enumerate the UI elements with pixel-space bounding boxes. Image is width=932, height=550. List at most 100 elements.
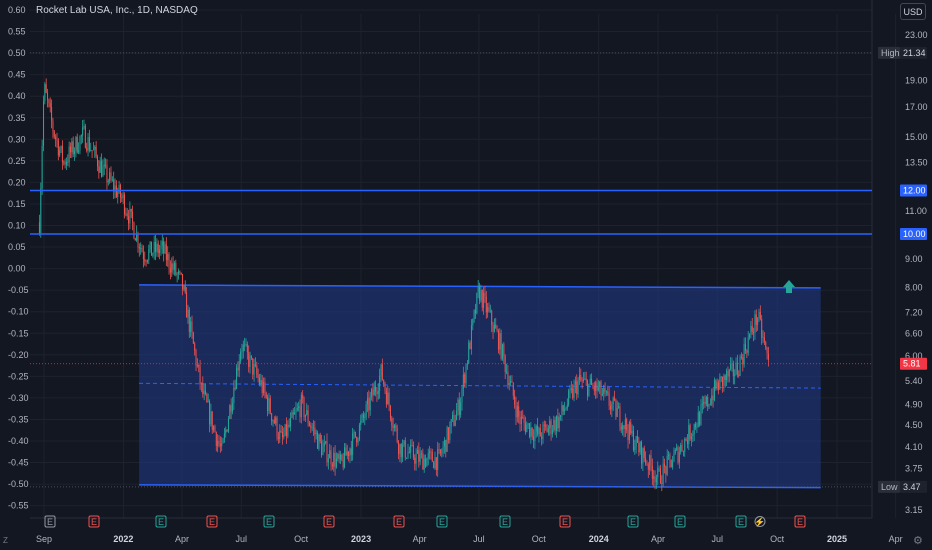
candle-body [303, 398, 305, 418]
candle-body [765, 342, 767, 348]
timezone-z-icon[interactable]: Z [3, 536, 8, 545]
candle-body [360, 420, 362, 425]
candle-body [493, 324, 495, 332]
candle-body [199, 366, 201, 385]
candle-body [578, 375, 580, 380]
candle-body [437, 449, 439, 470]
candle-body [429, 451, 431, 454]
candle-body [348, 451, 350, 457]
candle-body [231, 403, 233, 412]
candle-body [67, 161, 69, 163]
candle-body [113, 179, 115, 191]
candle-body [452, 415, 454, 420]
candle-body [273, 420, 275, 424]
candle-body [761, 318, 763, 338]
candle-body [408, 451, 410, 453]
candle-body [389, 405, 391, 419]
candle-body [445, 439, 447, 452]
settings-gear-icon[interactable]: ⚙ [913, 534, 923, 547]
left-axis-tick: 0.10 [8, 221, 26, 231]
candle-body [569, 389, 571, 391]
candle-body [438, 449, 440, 450]
candle-body [371, 389, 373, 397]
candle-body [485, 296, 487, 313]
left-axis-tick: 0.05 [8, 242, 26, 252]
candle-body [669, 454, 671, 460]
candle-body [501, 344, 503, 359]
candle-body [304, 414, 306, 418]
candle-body [249, 355, 251, 367]
candle-body [194, 343, 196, 351]
candle-body [268, 398, 270, 411]
candle-body [211, 411, 213, 430]
candle-body [626, 419, 628, 431]
candle-body [345, 447, 347, 456]
candle-body [240, 352, 242, 362]
candle-body [115, 185, 117, 197]
candle-body [615, 399, 617, 417]
left-axis-tick: 0.30 [8, 134, 26, 144]
candle-body [650, 455, 652, 467]
candle-body [341, 454, 343, 460]
candle-body [264, 382, 266, 394]
candle-body [582, 379, 584, 381]
currency-button[interactable]: USD [900, 3, 926, 20]
candle-body [156, 243, 158, 252]
candle-body [362, 414, 364, 418]
earnings-marker-letter: E [158, 517, 164, 527]
candle-body [168, 254, 170, 268]
time-axis-label: Jul [711, 534, 723, 544]
candle-body [373, 386, 375, 396]
candle-body [318, 434, 320, 449]
candle-body [537, 426, 539, 435]
right-axis-tick: 23.00 [905, 30, 928, 40]
candle-body [457, 399, 459, 411]
right-axis-tick: 3.75 [905, 463, 923, 473]
candle-body [296, 407, 298, 410]
candle-body [481, 290, 483, 308]
candle-body [186, 292, 188, 318]
candle-body [369, 396, 371, 411]
candle-body [187, 309, 189, 318]
candle-body [284, 424, 286, 436]
candle-body [684, 438, 686, 452]
candle-body [651, 466, 653, 479]
candle-body [758, 311, 760, 319]
candle-body [461, 388, 463, 403]
candle-body [172, 263, 174, 270]
candle-body [387, 392, 389, 405]
line-upper-value: 12.00 [903, 185, 926, 195]
candle-body [230, 405, 232, 412]
candle-body [547, 428, 549, 433]
candle-body [375, 386, 377, 392]
candle-body [546, 426, 548, 433]
candle-body [380, 364, 382, 376]
candle-body [354, 431, 356, 437]
candle-body [593, 386, 595, 392]
candle-body [74, 150, 76, 155]
candle-body [711, 395, 713, 405]
candle-body [533, 436, 535, 441]
candle-body [353, 431, 355, 434]
candle-body [762, 337, 764, 338]
candle-body [763, 337, 765, 343]
candle-body [736, 362, 738, 375]
candle-body [534, 431, 536, 441]
candle-body [704, 401, 706, 404]
candle-body [402, 444, 404, 458]
candle-body [334, 452, 336, 468]
candle-body [377, 390, 379, 394]
candle-body [213, 426, 215, 430]
candle-body [72, 141, 74, 155]
candle-body [442, 446, 444, 453]
price-chart[interactable]: 0.60 0.55 0.50 0.45 0.40 0.35 0.30 0.25 0.20 0.15… [0, 0, 932, 550]
candle-body [65, 161, 67, 165]
candle-body [677, 447, 679, 463]
candle-body [414, 457, 416, 464]
candle-body [233, 387, 235, 404]
candle-body [627, 430, 629, 441]
candle-body [102, 166, 104, 177]
candle-body [407, 451, 409, 458]
candle-body [177, 271, 179, 274]
left-axis-tick: -0.50 [8, 479, 29, 489]
